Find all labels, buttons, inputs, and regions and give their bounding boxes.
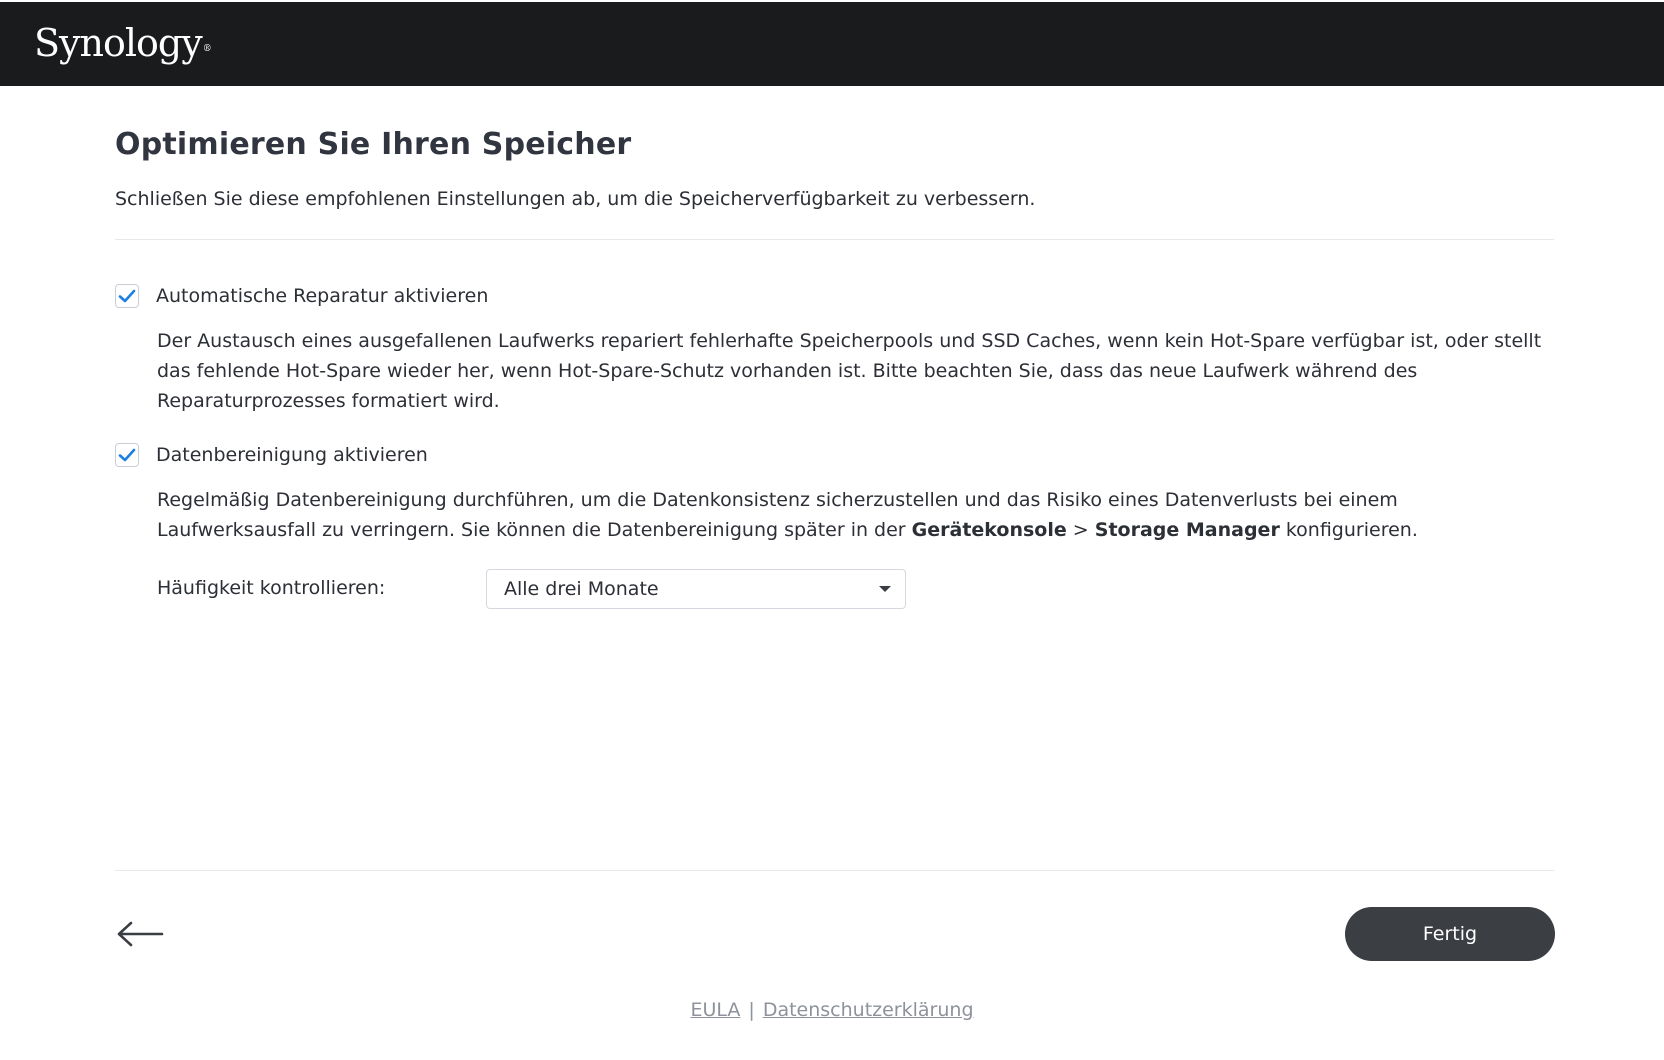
device-console-link-text: Gerätekonsole: [911, 519, 1067, 541]
page-title: Optimieren Sie Ihren Speicher: [115, 127, 632, 162]
frequency-select[interactable]: Alle drei Monate: [486, 569, 906, 609]
logo-text: Synology: [34, 21, 203, 65]
footer-separator: |: [748, 999, 755, 1021]
auto-repair-label[interactable]: Automatische Reparatur aktivieren: [156, 285, 488, 307]
auto-repair-option[interactable]: Automatische Reparatur aktivieren: [115, 282, 488, 310]
done-button[interactable]: Fertig: [1345, 907, 1555, 961]
arrow-left-icon: [117, 921, 164, 947]
data-scrubbing-checkbox[interactable]: [115, 443, 139, 467]
synology-logo: Synology®: [34, 20, 212, 66]
data-scrubbing-description: Regelmäßig Datenbereinigung durchführen,…: [157, 485, 1557, 545]
desc-text-end: konfigurieren.: [1279, 519, 1418, 541]
privacy-link[interactable]: Datenschutzerklärung: [763, 999, 974, 1021]
frequency-label: Häufigkeit kontrollieren:: [157, 577, 386, 599]
footer-links: EULA | Datenschutzerklärung: [0, 999, 1664, 1021]
page-subtitle: Schließen Sie diese empfohlenen Einstell…: [115, 188, 1036, 210]
registered-mark: ®: [202, 44, 212, 54]
header-divider: [115, 239, 1554, 240]
auto-repair-description: Der Austausch eines ausgefallenen Laufwe…: [157, 330, 1542, 412]
data-scrubbing-option[interactable]: Datenbereinigung aktivieren: [115, 441, 428, 469]
chevron-down-icon: [879, 586, 891, 592]
checkmark-icon: [118, 289, 136, 303]
data-scrubbing-label[interactable]: Datenbereinigung aktivieren: [156, 444, 428, 466]
checkmark-icon: [118, 448, 136, 462]
back-button[interactable]: [116, 917, 166, 951]
auto-repair-checkbox[interactable]: [115, 284, 139, 308]
storage-manager-text: Storage Manager: [1094, 519, 1280, 541]
eula-link[interactable]: EULA: [690, 999, 740, 1021]
frequency-selected-value: Alle drei Monate: [504, 578, 659, 600]
desc-separator: >: [1066, 519, 1095, 541]
top-bar: Synology®: [0, 0, 1664, 86]
footer-divider: [115, 870, 1554, 871]
